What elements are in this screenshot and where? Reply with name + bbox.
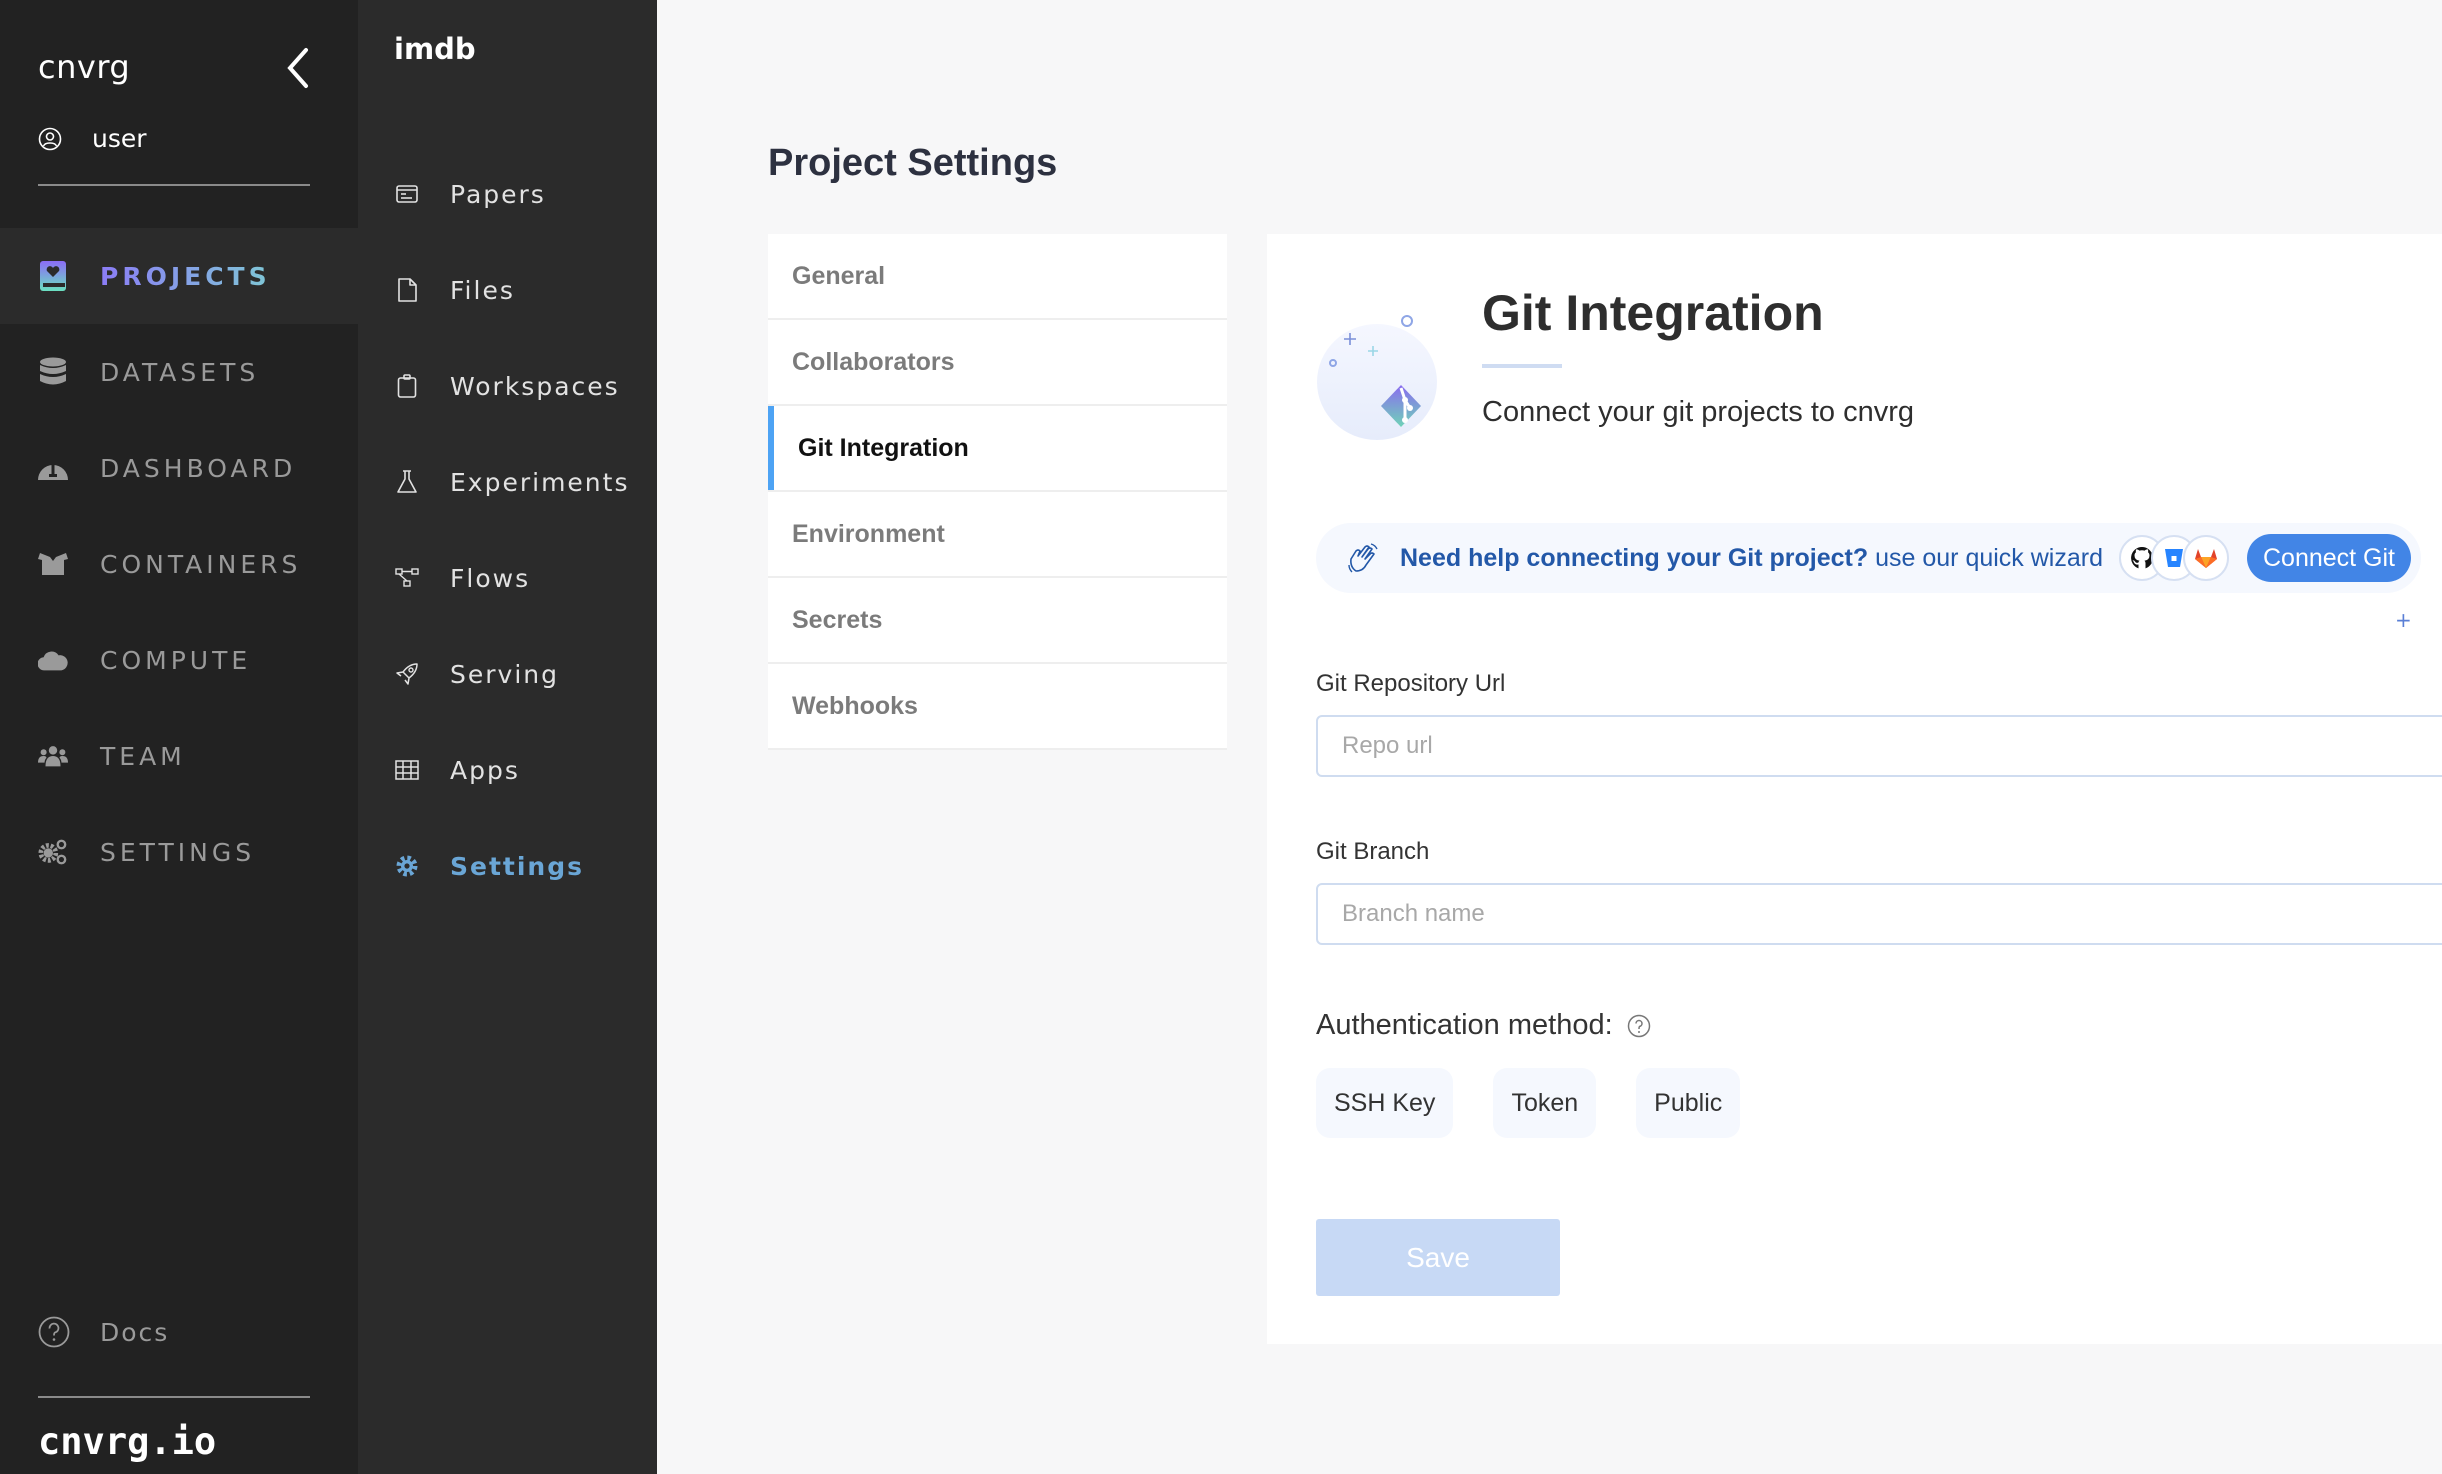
project-nav-label: Apps [450, 755, 520, 785]
project-name[interactable]: imdb [394, 32, 476, 66]
nav-label: DATASETS [100, 357, 260, 387]
auth-option-public[interactable]: Public [1636, 1068, 1741, 1138]
settings-tab-environment[interactable]: Environment [768, 492, 1227, 578]
repo-url-input[interactable] [1316, 715, 2442, 777]
papers-icon [394, 181, 420, 207]
project-nav-label: Settings [450, 851, 585, 881]
git-branch-input[interactable] [1316, 883, 2442, 945]
project-nav-workspaces[interactable]: Workspaces [358, 338, 657, 434]
gears-icon [38, 837, 68, 867]
repo-url-label: Git Repository Url [1316, 670, 1506, 697]
user-menu[interactable]: user [38, 124, 147, 153]
git-integration-panel: Git Integration Connect your git project… [1267, 234, 2442, 1344]
settings-tab-git-integration[interactable]: Git Integration [768, 406, 1227, 492]
file-icon [394, 277, 420, 303]
docs-link[interactable]: Docs [38, 1316, 169, 1348]
nav-label: PROJECTS [100, 261, 271, 291]
brand-logo: cnvrg [38, 48, 131, 86]
connect-git-button[interactable]: Connect Git [2247, 534, 2412, 582]
help-banner-text: Need help connecting your Git project? [1400, 543, 1869, 572]
auth-method-label: Authentication method: [1316, 1009, 1651, 1042]
project-nav-papers[interactable]: Papers [358, 146, 657, 242]
project-nav-label: Serving [450, 659, 559, 689]
nav-item-containers[interactable]: CONTAINERS [0, 516, 358, 612]
nav-item-datasets[interactable]: DATASETS [0, 324, 358, 420]
page-title: Project Settings [768, 142, 1058, 184]
project-nav-serving[interactable]: Serving [358, 626, 657, 722]
user-circle-icon [38, 127, 62, 150]
nav-item-settings[interactable]: SETTINGS [0, 804, 358, 900]
help-circle-icon [38, 1316, 70, 1348]
cloud-icon [38, 645, 68, 675]
chevron-left-icon [287, 48, 308, 88]
sparkle-decoration-icon: + [2395, 608, 2412, 632]
auth-method-options: SSH Key Token Public [1316, 1068, 1780, 1138]
project-nav-experiments[interactable]: Experiments [358, 434, 657, 530]
docs-label: Docs [100, 1317, 170, 1347]
settings-tab-collaborators[interactable]: Collaborators [768, 320, 1227, 406]
help-circle-icon[interactable] [1627, 1014, 1651, 1038]
section-title: Git Integration [1482, 285, 1824, 341]
box-icon [38, 549, 68, 579]
flow-icon [394, 565, 420, 591]
primary-nav: PROJECTS DATASETS DASHBOARD CONTAINERS C… [0, 228, 358, 900]
help-banner: Need help connecting your Git project? u… [1316, 523, 2421, 593]
project-nav-apps[interactable]: Apps [358, 722, 657, 818]
settings-tab-webhooks[interactable]: Webhooks [768, 664, 1227, 750]
nav-item-projects[interactable]: PROJECTS [0, 228, 358, 324]
project-nav-label: Papers [450, 179, 546, 209]
gitlab-icon [2183, 535, 2229, 581]
settings-tab-secrets[interactable]: Secrets [768, 578, 1227, 664]
settings-menu: General Collaborators Git Integration En… [768, 234, 1227, 750]
title-underline [1482, 364, 1562, 368]
database-icon [38, 357, 68, 387]
divider [38, 1396, 310, 1398]
primary-sidebar: cnvrg user PROJECTS DATASETS DASHBOARD C… [0, 0, 358, 1474]
project-nav-files[interactable]: Files [358, 242, 657, 338]
git-illustration-icon [1317, 315, 1437, 440]
rocket-icon [394, 661, 420, 687]
git-providers [2119, 535, 2229, 581]
nav-label: DASHBOARD [100, 453, 297, 483]
nav-label: TEAM [100, 741, 186, 771]
git-branch-label: Git Branch [1316, 838, 1430, 865]
waving-hand-icon [1348, 543, 1378, 573]
project-nav-label: Experiments [450, 467, 630, 497]
nav-label: SETTINGS [100, 837, 256, 867]
auth-option-token[interactable]: Token [1493, 1068, 1597, 1138]
project-nav-label: Workspaces [450, 371, 620, 401]
grid-icon [394, 757, 420, 783]
footer-brand-logo: cnvrg.io [38, 1420, 217, 1463]
gear-icon [394, 853, 420, 879]
settings-tab-general[interactable]: General [768, 234, 1227, 320]
project-nav-settings[interactable]: Settings [358, 818, 657, 914]
nav-label: CONTAINERS [100, 549, 302, 579]
project-nav-flows[interactable]: Flows [358, 530, 657, 626]
gauge-icon [38, 453, 68, 483]
project-nav: Papers Files Workspaces Experiments Flow… [358, 146, 657, 914]
nav-item-dashboard[interactable]: DASHBOARD [0, 420, 358, 516]
team-icon [38, 741, 68, 771]
save-button[interactable]: Save [1316, 1219, 1560, 1296]
project-nav-label: Files [450, 275, 515, 305]
divider [38, 184, 310, 186]
quick-wizard-link[interactable]: use our quick wizard [1875, 544, 2103, 573]
auth-method-text: Authentication method: [1316, 1009, 1613, 1041]
nav-item-compute[interactable]: COMPUTE [0, 612, 358, 708]
project-sidebar: imdb Papers Files Workspaces Experiments… [358, 0, 657, 1474]
section-subtitle: Connect your git projects to cnvrg [1482, 396, 1914, 428]
collapse-sidebar-button[interactable] [282, 46, 312, 90]
clipboard-icon [394, 373, 420, 399]
nav-item-team[interactable]: TEAM [0, 708, 358, 804]
projects-book-icon [38, 261, 68, 291]
project-nav-label: Flows [450, 563, 531, 593]
nav-label: COMPUTE [100, 645, 252, 675]
flask-icon [394, 469, 420, 495]
auth-option-ssh-key[interactable]: SSH Key [1316, 1068, 1454, 1138]
username: user [92, 124, 147, 153]
